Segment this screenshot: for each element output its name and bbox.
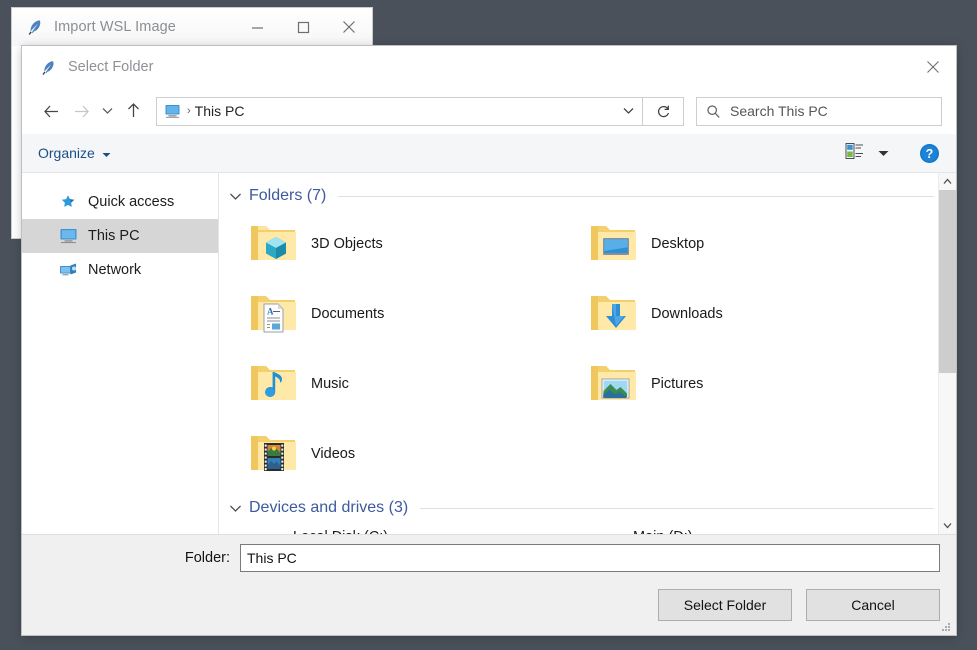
group-title: Folders (7) — [249, 187, 327, 204]
address-bar[interactable]: › This PC — [156, 96, 643, 126]
folder-item-videos[interactable]: Videos — [229, 419, 569, 489]
folder-grid: 3D Objects Desktop A Documents Downloads… — [229, 209, 956, 489]
folder-item-pictures[interactable]: Pictures — [569, 349, 909, 419]
folder-music-icon — [247, 358, 299, 410]
sidebar-item-label: This PC — [88, 228, 140, 244]
svg-text:?: ? — [926, 147, 934, 161]
cancel-button[interactable]: Cancel — [806, 589, 940, 621]
group-divider — [420, 507, 934, 509]
folder-desktop-icon — [587, 218, 639, 270]
file-list-pane[interactable]: Folders (7) 3D Objects Desktop A Documen… — [219, 173, 956, 534]
folder-input[interactable]: This PC — [240, 544, 940, 572]
folder-item-label: 3D Objects — [311, 236, 383, 252]
dialog-titlebar[interactable]: Select Folder — [22, 46, 956, 88]
group-header-folders[interactable]: Folders (7) — [229, 187, 956, 205]
sidebar-item-this-pc[interactable]: This PC — [22, 219, 218, 253]
scrollbar-track[interactable] — [939, 190, 956, 517]
chevron-down-icon[interactable] — [229, 504, 242, 513]
folder-field-label: Folder: — [184, 550, 230, 566]
search-placeholder: Search This PC — [730, 103, 828, 119]
breadcrumb-this-pc[interactable]: This PC — [195, 103, 245, 119]
folder-item-downloads[interactable]: Downloads — [569, 279, 909, 349]
group-divider — [338, 195, 934, 197]
feather-icon — [40, 59, 57, 76]
help-button[interactable]: ? — [919, 143, 940, 164]
drive-grid: Local Disk (C:) Main (D:) — [229, 529, 956, 534]
back-button[interactable] — [36, 96, 66, 126]
this-pc-icon — [164, 104, 181, 119]
refresh-button[interactable] — [643, 96, 684, 126]
dialog-title: Select Folder — [68, 59, 154, 75]
svg-text:A: A — [267, 307, 274, 317]
view-layout-icon — [845, 142, 864, 165]
sidebar-item-label: Quick access — [88, 194, 175, 210]
close-button[interactable] — [326, 8, 372, 46]
folder-item-music[interactable]: Music — [229, 349, 569, 419]
screen: Import WSL Image Select Folder › This PC… — [0, 0, 977, 650]
background-window-titlebar[interactable]: Import WSL Image — [12, 8, 372, 46]
recent-locations-button[interactable] — [96, 96, 118, 126]
folder-row: Folder: This PC — [38, 535, 940, 581]
select-folder-button[interactable]: Select Folder — [658, 589, 792, 621]
up-button[interactable] — [118, 96, 148, 126]
navigation-bar: › This PC Search This PC — [22, 88, 956, 134]
dialog-close-button[interactable] — [910, 46, 956, 88]
scroll-up-button[interactable] — [939, 173, 956, 190]
address-dropdown-button[interactable] — [614, 99, 642, 124]
dialog-footer: Folder: This PC Select Folder Cancel — [22, 535, 956, 635]
group-title: Devices and drives (3) — [249, 499, 409, 516]
dialog-buttons: Select Folder Cancel — [38, 581, 940, 635]
vertical-scrollbar[interactable] — [938, 173, 956, 534]
search-icon — [706, 104, 721, 119]
dialog-content: Quick access This PC Network Folders (7)… — [22, 173, 956, 535]
folder-item-3d-objects[interactable]: 3D Objects — [229, 209, 569, 279]
group-header-devices-and-drives[interactable]: Devices and drives (3) — [229, 499, 956, 517]
folder-item-label: Videos — [311, 446, 356, 462]
folder-item-desktop[interactable]: Desktop — [569, 209, 909, 279]
folder-pictures-icon — [587, 358, 639, 410]
change-view-button[interactable] — [845, 142, 889, 165]
drive-item-main-d[interactable]: Main (D:) — [569, 529, 909, 534]
organize-button[interactable]: Organize — [38, 145, 111, 161]
search-input[interactable]: Search This PC — [696, 96, 942, 126]
folder-item-documents[interactable]: A Documents — [229, 279, 569, 349]
resize-grip-icon[interactable] — [940, 620, 952, 632]
network-icon — [58, 260, 78, 280]
sidebar-item-network[interactable]: Network — [22, 253, 218, 287]
breadcrumb-separator: › — [187, 105, 191, 117]
sidebar-item-label: Network — [88, 262, 142, 278]
organize-toolbar: Organize ? — [22, 134, 956, 173]
folder-item-label: Downloads — [651, 306, 723, 322]
folder-item-label: Music — [311, 376, 349, 392]
scroll-down-button[interactable] — [939, 517, 956, 534]
maximize-button[interactable] — [280, 8, 326, 46]
folder-item-label: Pictures — [651, 376, 704, 392]
feather-icon — [26, 18, 44, 36]
caret-down-icon[interactable] — [878, 144, 889, 162]
drive-item-local-disk-c[interactable]: Local Disk (C:) — [229, 529, 569, 534]
folder-3d-objects-icon — [247, 218, 299, 270]
select-folder-dialog[interactable]: Select Folder › This PC Search This PC O… — [22, 46, 956, 635]
folder-item-label: Desktop — [651, 236, 705, 252]
this-pc-icon — [58, 226, 78, 246]
background-window-title: Import WSL Image — [54, 19, 176, 35]
folder-downloads-icon — [587, 288, 639, 340]
folder-documents-icon: A — [247, 288, 299, 340]
caret-down-icon — [102, 145, 111, 161]
minimize-button[interactable] — [234, 8, 280, 46]
navigation-sidebar: Quick access This PC Network — [22, 173, 219, 534]
chevron-down-icon[interactable] — [229, 192, 242, 201]
scrollbar-thumb[interactable] — [939, 190, 956, 374]
forward-button[interactable] — [66, 96, 96, 126]
organize-label: Organize — [38, 145, 95, 161]
folder-item-label: Documents — [311, 306, 385, 322]
background-window-caption-buttons — [234, 8, 372, 46]
pin-star-icon — [58, 192, 78, 212]
sidebar-item-quick-access[interactable]: Quick access — [22, 185, 218, 219]
file-list-inner: Folders (7) 3D Objects Desktop A Documen… — [219, 173, 956, 534]
folder-videos-icon — [247, 428, 299, 480]
